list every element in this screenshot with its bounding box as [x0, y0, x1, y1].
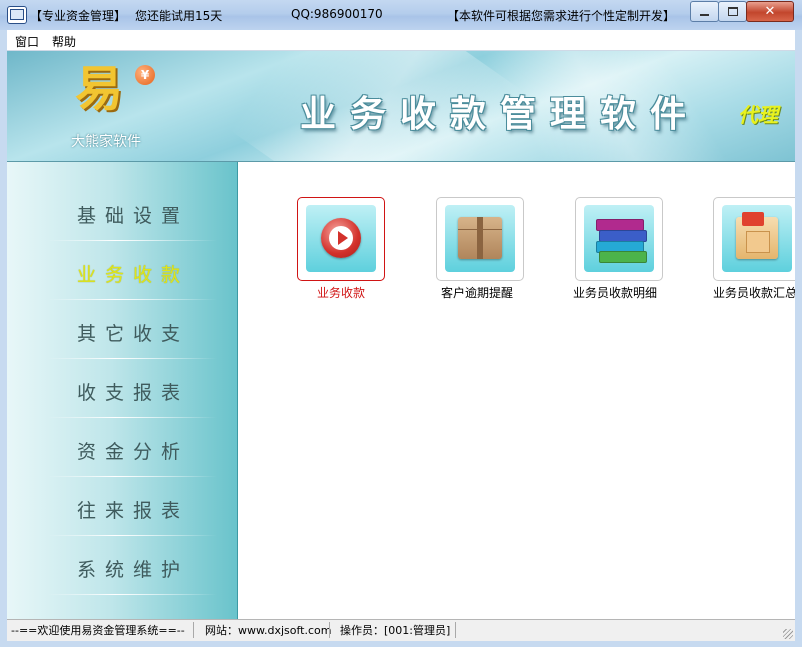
sidebar-nav: 基础设置 业务收款 其它收支 收支报表 资金分析 往来报表 系统维护 — [7, 162, 238, 619]
divider — [193, 622, 194, 638]
book-stack-icon — [596, 219, 647, 263]
nav-item-income-expense-report[interactable]: 收支报表 — [47, 360, 227, 418]
menu-bar: 窗口 帮助 — [7, 30, 795, 51]
nav-item-label: 基础设置 — [77, 205, 190, 227]
nav-item-label: 收支报表 — [77, 382, 190, 404]
divider — [455, 622, 456, 638]
title-bar: 【专业资金管理】 您还能试用15天 QQ:986900170 【本软件可根据您需… — [0, 0, 802, 30]
nav-item-other-income-expense[interactable]: 其它收支 — [47, 301, 227, 359]
divider — [329, 622, 330, 638]
menu-window[interactable]: 窗口 — [15, 33, 39, 50]
minimize-button[interactable] — [690, 1, 719, 22]
nav-item-business-collection[interactable]: 业务收款 — [47, 242, 227, 300]
status-website: 网站：www.dxjsoft.com — [205, 624, 332, 637]
tile-label-overdue-reminder[interactable]: 客户逾期提醒 — [441, 284, 513, 301]
company-name: 大熊家软件 — [71, 134, 141, 150]
nav-item-label: 业务收款 — [77, 264, 190, 286]
resize-grip[interactable] — [783, 629, 793, 639]
tile-salesman-detail[interactable] — [575, 197, 663, 281]
title-custom: 【本软件可根据您需求进行个性定制开发】 — [447, 9, 676, 23]
divider — [47, 476, 217, 477]
nav-item-label: 系统维护 — [77, 559, 190, 581]
logo-icon: 易 — [75, 61, 124, 117]
nav-item-basic-settings[interactable]: 基础设置 — [47, 183, 227, 241]
package-box-icon — [458, 217, 502, 259]
status-bar: --==欢迎使用易资金管理系统==-- 网站：www.dxjsoft.com 操… — [7, 619, 795, 641]
maximize-button[interactable] — [718, 1, 747, 22]
play-arrow-icon — [321, 218, 361, 258]
nav-item-account-report[interactable]: 往来报表 — [47, 478, 227, 536]
folder-document-icon — [736, 212, 778, 259]
menu-help[interactable]: 帮助 — [52, 33, 76, 50]
maximize-icon — [727, 7, 738, 16]
app-subtitle: 代理 — [738, 103, 778, 127]
title-product: 【专业资金管理】 — [30, 9, 127, 23]
function-panel: 业务收款 客户逾期提醒 业务员收款明细 业务员收款汇总 — [238, 162, 795, 619]
status-operator: 操作员：[001:管理员] — [340, 624, 451, 637]
tile-overdue-reminder[interactable] — [436, 197, 524, 281]
minimize-icon — [700, 13, 709, 16]
tile-label-salesman-detail[interactable]: 业务员收款明细 — [573, 284, 657, 301]
nav-item-label: 其它收支 — [77, 323, 190, 345]
title-qq: QQ:986900170 — [291, 7, 383, 21]
nav-item-label: 资金分析 — [77, 441, 190, 463]
status-welcome: --==欢迎使用易资金管理系统==-- — [11, 624, 185, 637]
nav-item-label: 往来报表 — [77, 500, 190, 522]
close-icon: ✕ — [764, 4, 776, 19]
yen-badge-icon: ¥ — [135, 65, 155, 85]
tile-salesman-summary[interactable] — [713, 197, 795, 281]
divider — [47, 417, 217, 418]
close-button[interactable]: ✕ — [746, 1, 794, 22]
tile-business-collection[interactable] — [297, 197, 385, 281]
tile-label-salesman-summary[interactable]: 业务员收款汇总 — [713, 284, 795, 301]
divider — [47, 358, 217, 359]
app-title: 业务收款管理软件 — [300, 94, 701, 135]
divider — [47, 594, 217, 595]
app-icon[interactable] — [7, 6, 27, 24]
client-area: 易 ¥ 大熊家软件 业务收款管理软件 代理 基础设置 业务收款 其它收支 收支报… — [7, 51, 795, 619]
tile-label-business-collection[interactable]: 业务收款 — [317, 284, 365, 301]
nav-item-fund-analysis[interactable]: 资金分析 — [47, 419, 227, 477]
divider — [47, 299, 217, 300]
header-banner: 易 ¥ 大熊家软件 业务收款管理软件 代理 — [7, 51, 795, 162]
divider — [47, 240, 217, 241]
title-trial: 您还能试用15天 — [135, 9, 223, 23]
nav-item-system-maintenance[interactable]: 系统维护 — [47, 537, 227, 595]
divider — [47, 535, 217, 536]
